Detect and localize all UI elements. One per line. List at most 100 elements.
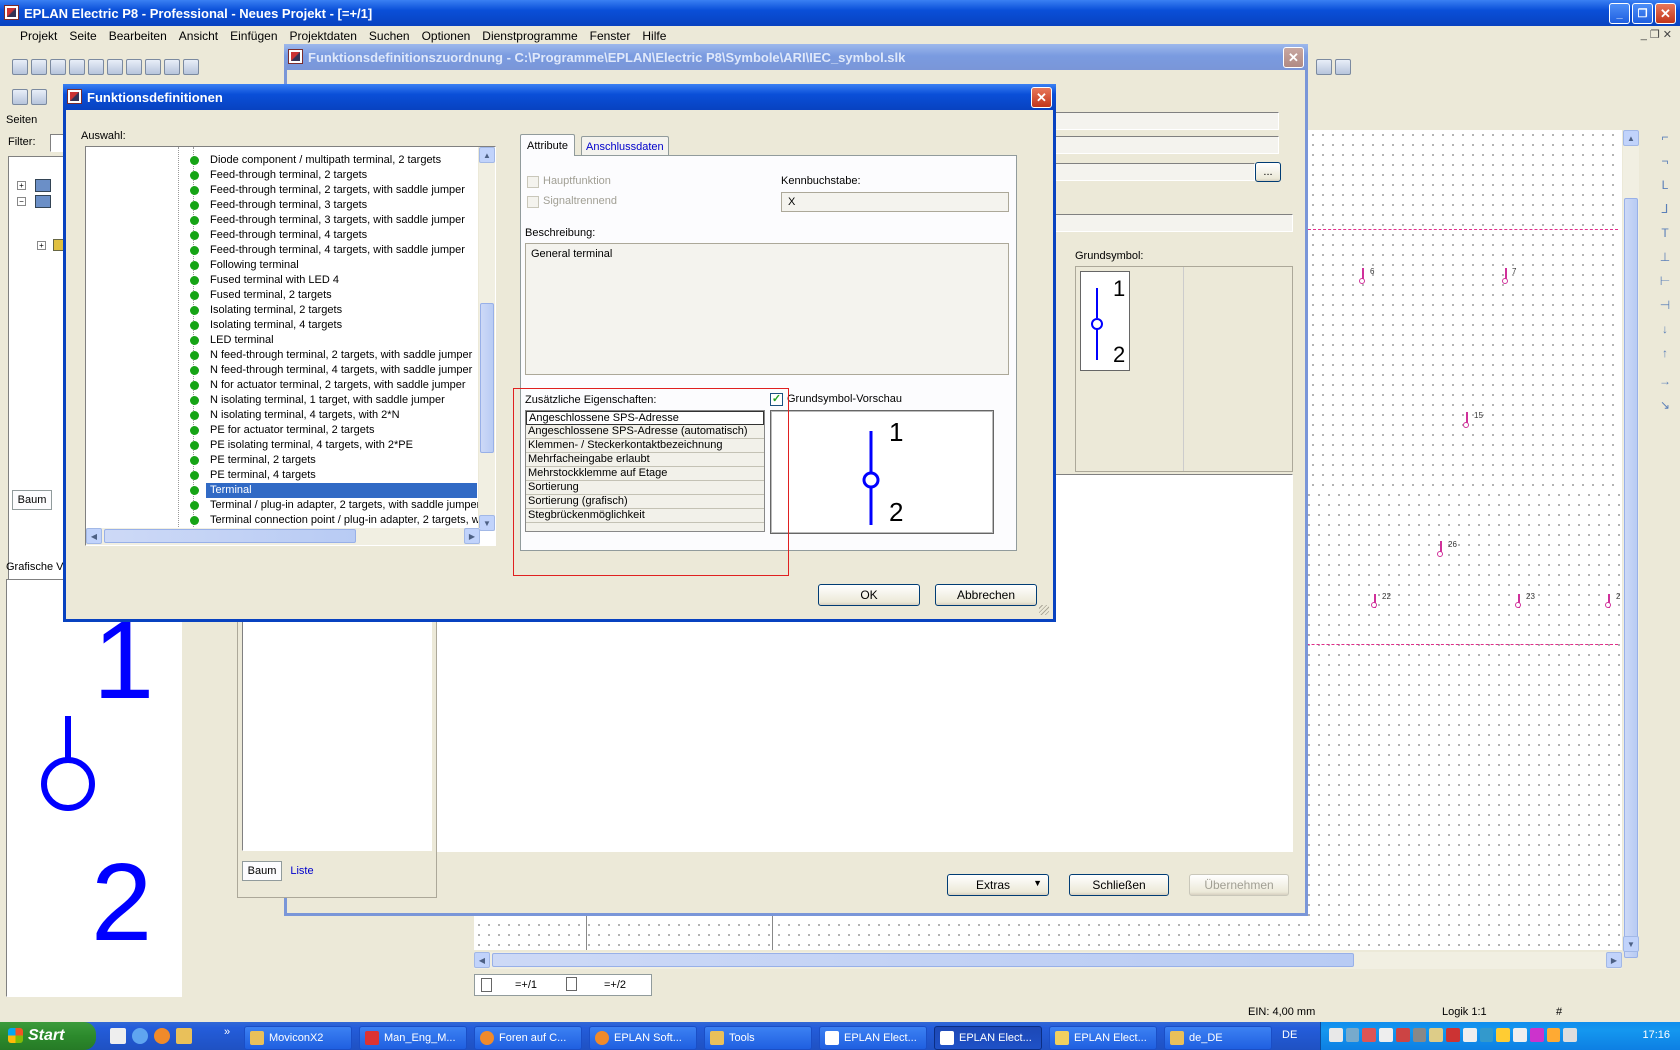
resize-grip[interactable] [1039,605,1049,615]
function-list-item[interactable]: N feed-through terminal, 2 targets, with… [190,348,477,363]
scroll-up-icon[interactable]: ▲ [1623,130,1639,146]
function-list-item[interactable]: Isolating terminal, 4 targets [190,318,477,333]
tray-icon[interactable] [1513,1028,1527,1042]
list-vscroll[interactable]: ▲ ▼ [478,147,495,531]
task-button[interactable]: EPLAN Soft... [589,1026,697,1050]
function-list-item[interactable]: Feed-through terminal, 4 targets, with s… [190,243,477,258]
menu-bearbeiten[interactable]: Bearbeiten [103,29,173,43]
function-list-item[interactable]: PE terminal, 4 targets [190,468,477,483]
new-project-icon[interactable] [12,59,28,75]
function-list-item[interactable]: Feed-through terminal, 2 targets [190,168,477,183]
tray-icon[interactable] [1546,1028,1561,1042]
function-list-item[interactable]: LED terminal [190,333,477,348]
tab-baum-left[interactable]: Baum [12,490,52,510]
corner-tool-icon[interactable]: L [1656,178,1674,196]
function-list-item[interactable]: N for actuator terminal, 2 targets, with… [190,378,477,393]
tray-icon[interactable] [1462,1028,1477,1042]
open-project-icon[interactable] [31,59,47,75]
language-indicator[interactable]: DE [1282,1029,1297,1041]
tab-anschlussdaten[interactable]: Anschlussdaten [581,136,669,156]
arrow-down-tool-icon[interactable]: ↓ [1656,322,1674,340]
apply-button[interactable]: Übernehmen [1189,874,1289,896]
task-button[interactable]: MoviconX2 [244,1026,352,1050]
quicklaunch-more-icon[interactable]: » [224,1026,230,1038]
function-list-item[interactable]: PE terminal, 2 targets [190,453,477,468]
arrow-up-tool-icon[interactable]: ↑ [1656,346,1674,364]
menu-seite[interactable]: Seite [63,29,102,43]
assign-dialog-close-button[interactable]: ✕ [1283,47,1304,68]
tray-icon[interactable] [1329,1028,1343,1042]
task-button[interactable]: Foren auf C... [474,1026,582,1050]
folder-icon[interactable] [176,1028,192,1044]
corner-tool-icon[interactable]: ¬ [1656,154,1674,172]
list-vscroll-thumb[interactable] [480,303,494,453]
list-hscroll[interactable]: ◀ ▶ [86,528,480,545]
function-list-item[interactable]: N isolating terminal, 4 targets, with 2*… [190,408,477,423]
start-button[interactable]: Start [0,1022,96,1050]
tab-attribute[interactable]: Attribute [520,134,575,156]
menu-projektdaten[interactable]: Projektdaten [284,29,363,43]
beschreibung-field[interactable]: General terminal [525,243,1009,375]
canvas-hscroll[interactable]: ◀ ▶ [474,952,1622,969]
corner-tool-icon[interactable]: ⌐ [1656,130,1674,148]
scroll-up-icon[interactable]: ▲ [479,147,495,163]
graphics-icon[interactable] [31,89,47,105]
function-list-item[interactable]: Fused terminal with LED 4 [190,273,477,288]
tree-collapse-icon[interactable]: − [17,197,26,206]
function-list-item[interactable]: Diode component / multipath terminal, 2 … [190,153,477,168]
function-list-item[interactable]: N feed-through terminal, 4 targets, with… [190,363,477,378]
scroll-down-icon[interactable]: ▼ [479,515,495,531]
function-list-item[interactable]: Following terminal [190,258,477,273]
menu-optionen[interactable]: Optionen [416,29,477,43]
tray-icon[interactable] [1429,1028,1444,1042]
function-list-item[interactable]: Feed-through terminal, 3 targets [190,198,477,213]
tray-icon[interactable] [1395,1028,1410,1042]
function-list-item[interactable]: Terminal / plug-in adapter, 2 targets, w… [190,498,480,513]
tree-expand-icon[interactable]: + [17,181,26,190]
signaltrennend-checkbox[interactable] [527,196,539,208]
function-list-item[interactable]: Terminal connection point / plug-in adap… [190,513,480,528]
scroll-right-icon[interactable]: ▶ [464,528,480,544]
canvas-vscroll[interactable]: ▲ ▼ [1622,130,1639,958]
scroll-right-icon[interactable]: ▶ [1606,952,1622,968]
quicklaunch-icon[interactable] [110,1028,126,1044]
tray-icon[interactable] [1379,1028,1393,1042]
copy-project-icon[interactable] [50,59,66,75]
hauptfunktion-checkbox[interactable] [527,176,539,188]
list-hscroll-thumb[interactable] [104,529,356,543]
tray-icon[interactable] [1446,1028,1460,1042]
main-close-button[interactable]: ✕ [1655,3,1676,24]
ie-icon[interactable] [132,1028,148,1044]
scroll-left-icon[interactable]: ◀ [86,528,102,544]
menu-einfuegen[interactable]: Einfügen [224,29,283,43]
undo-icon[interactable] [183,59,199,75]
function-list-item[interactable]: Fused terminal, 2 targets [190,288,477,303]
page-tab-2[interactable]: =+/2 [562,974,650,996]
tee-tool-icon[interactable]: ⊣ [1656,298,1674,316]
function-list-item[interactable]: PE for actuator terminal, 2 targets [190,423,477,438]
menu-dienstprogramme[interactable]: Dienstprogramme [476,29,583,43]
function-list-item[interactable]: Isolating terminal, 2 targets [190,303,477,318]
tray-icon[interactable] [1345,1028,1360,1042]
tab-baum[interactable]: Baum [242,861,282,881]
task-button[interactable]: Tools [704,1026,812,1050]
task-button[interactable]: EPLAN Elect... [1049,1026,1157,1050]
function-list-item[interactable]: N isolating terminal, 1 target, with sad… [190,393,477,408]
menu-suchen[interactable]: Suchen [363,29,416,43]
task-button[interactable]: EPLAN Elect... [819,1026,927,1050]
menu-ansicht[interactable]: Ansicht [173,29,224,43]
binoculars-icon[interactable] [1316,59,1332,75]
function-list-item[interactable]: Feed-through terminal, 4 targets [190,228,477,243]
corner-tool-icon[interactable]: ⅃ [1656,202,1674,220]
cancel-button[interactable]: Abbrechen [935,584,1037,606]
function-list-item[interactable]: Terminal [190,483,477,498]
find-next-icon[interactable] [1335,59,1351,75]
scroll-left-icon[interactable]: ◀ [474,952,490,968]
minimize-button[interactable]: _ [1609,3,1630,24]
tee-tool-icon[interactable]: ⊢ [1656,274,1674,292]
tray-icon[interactable] [1362,1028,1377,1042]
canvas-vscroll-thumb[interactable] [1624,198,1638,958]
func-dialog-close-button[interactable]: ✕ [1031,87,1052,108]
copy-icon[interactable] [126,59,142,75]
function-list[interactable]: Diode component / multipath terminal, 2 … [85,146,496,546]
